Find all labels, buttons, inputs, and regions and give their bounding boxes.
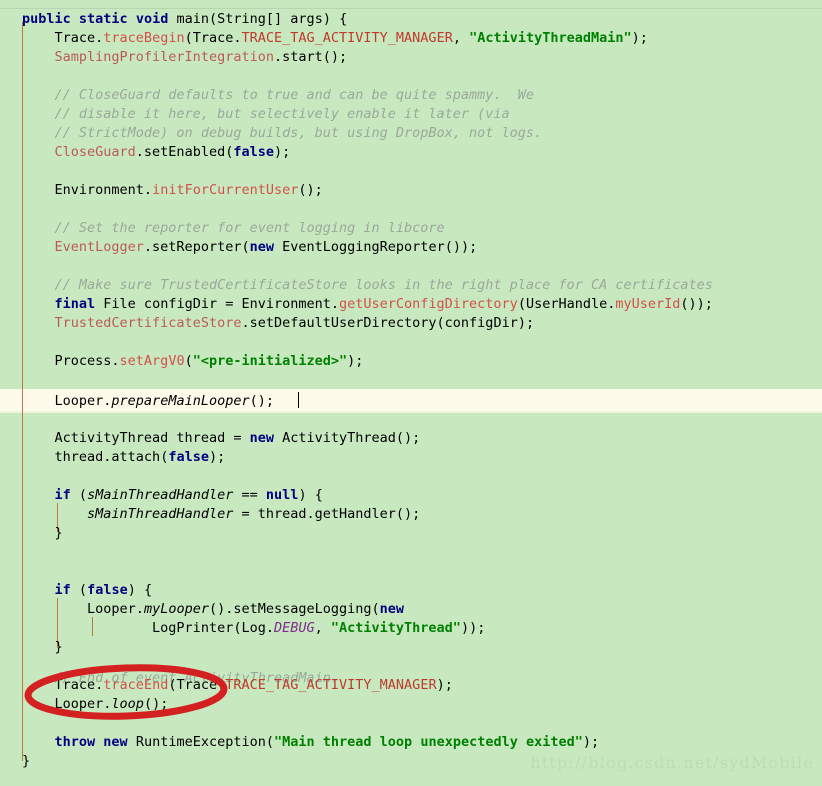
code-line[interactable]: throw new RuntimeException("Main thread … — [22, 733, 600, 752]
code-line[interactable]: thread.attach(false); — [22, 448, 226, 467]
code-line-current[interactable]: Looper.prepareMainLooper(); — [22, 392, 274, 411]
code-line[interactable]: EventLogger.setReporter(new EventLogging… — [22, 238, 478, 257]
code-line[interactable]: public static void main(String[] args) { — [22, 10, 347, 29]
code-line[interactable]: } — [22, 752, 30, 771]
code-line[interactable]: sMainThreadHandler = thread.getHandler()… — [22, 505, 420, 524]
code-line[interactable]: } — [22, 524, 63, 543]
code-line-comment[interactable]: // CloseGuard defaults to true and can b… — [22, 86, 535, 105]
code-line[interactable]: CloseGuard.setEnabled(false); — [22, 143, 291, 162]
code-line-comment[interactable]: // disable it here, but selectively enab… — [22, 105, 510, 124]
code-line[interactable]: TrustedCertificateStore.setDefaultUserDi… — [22, 314, 535, 333]
code-line[interactable]: if (false) { — [22, 581, 153, 600]
code-line-annotated[interactable]: Looper.loop(); — [22, 695, 169, 714]
code-line[interactable]: Looper.myLooper().setMessageLogging(new — [22, 600, 404, 619]
code-line[interactable]: final File configDir = Environment.getUs… — [22, 295, 713, 314]
code-line-comment[interactable]: // Make sure TrustedCertificateStore loo… — [22, 276, 713, 295]
code-line[interactable]: Process.setArgV0("<pre-initialized>"); — [22, 352, 364, 371]
code-line[interactable]: SamplingProfilerIntegration.start(); — [22, 48, 348, 67]
code-editor-canvas[interactable]: public static void main(String[] args) {… — [0, 0, 822, 786]
watermark-text: http://blog.csdn.net/sydMobile — [530, 753, 814, 772]
code-line[interactable]: Trace.traceBegin(Trace.TRACE_TAG_ACTIVIT… — [22, 29, 648, 48]
code-line[interactable]: LogPrinter(Log.DEBUG, "ActivityThread"))… — [22, 619, 485, 638]
code-line[interactable]: ActivityThread thread = new ActivityThre… — [22, 429, 421, 448]
code-line[interactable]: } — [22, 638, 63, 657]
code-line[interactable]: if (sMainThreadHandler == null) { — [22, 486, 323, 505]
text-caret — [298, 392, 299, 408]
code-line-comment[interactable]: // Set the reporter for event logging in… — [22, 219, 445, 238]
code-line-comment[interactable]: // StrictMode) on debug builds, but usin… — [22, 124, 543, 143]
code-text-layer[interactable]: public static void main(String[] args) {… — [0, 0, 822, 786]
code-line-annotated[interactable]: Trace.traceEnd(Trace.TRACE_TAG_ACTIVITY_… — [22, 676, 453, 695]
code-line[interactable]: Environment.initForCurrentUser(); — [22, 181, 323, 200]
